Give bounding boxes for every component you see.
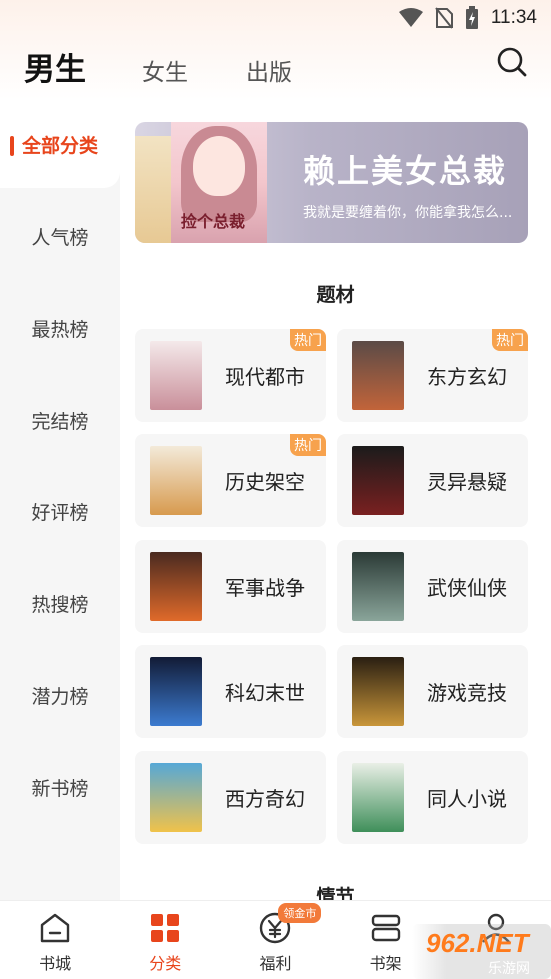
search-icon[interactable] (496, 46, 528, 78)
sidebar-item-completed[interactable]: 完结榜 (0, 390, 120, 450)
category-cover (150, 552, 202, 621)
tab-publish[interactable]: 出版 (246, 53, 292, 87)
category-label: 武侠仙侠 (427, 576, 507, 600)
banner-book-cover: 捡个总裁 (171, 122, 267, 243)
banner-title: 赖上美女总裁 (303, 152, 508, 190)
category-cover (150, 657, 202, 726)
hot-badge: 热门 (290, 434, 326, 456)
category-card[interactable]: 灵异悬疑 (337, 434, 528, 527)
category-cover (352, 341, 404, 410)
sidebar-item-best-rated[interactable]: 好评榜 (0, 481, 120, 541)
main-content: 捡个总裁 赖上美女总裁 我就是要缠着你，你能拿我怎么... 题材 现代都市 热门… (120, 100, 551, 908)
sidebar-item-all[interactable]: 全部分类 (0, 114, 120, 174)
sidebar-item-new-books[interactable]: 新书榜 (0, 757, 120, 817)
nav-label: 书架 (369, 954, 402, 973)
category-sidebar: 全部分类 人气榜 最热榜 完结榜 好评榜 热搜榜 潜力榜 新书榜 (0, 100, 120, 900)
banner-cover-title: 捡个总裁 (181, 212, 246, 231)
category-cover (150, 763, 202, 832)
battery-charging-icon (465, 6, 478, 29)
hot-badge: 热门 (290, 329, 326, 351)
category-card[interactable]: 武侠仙侠 (337, 540, 528, 633)
sidebar-item-hottest[interactable]: 最热榜 (0, 298, 120, 358)
category-cover (352, 552, 404, 621)
status-bar: 11:34 (0, 0, 551, 36)
nav-label: 福利 (259, 954, 292, 973)
tab-male[interactable]: 男生 (24, 44, 86, 89)
watermark-text: 962.NET (426, 928, 529, 958)
category-card[interactable]: 游戏竞技 (337, 645, 528, 738)
home-icon (40, 913, 70, 943)
category-icon (151, 914, 180, 942)
category-card[interactable]: 现代都市 热门 (135, 329, 326, 422)
banner-side-cover (135, 136, 175, 243)
category-card[interactable]: 军事战争 (135, 540, 326, 633)
coin-badge: 领金市 (278, 903, 322, 923)
category-label: 西方奇幻 (225, 787, 305, 811)
category-label: 游戏竞技 (427, 681, 507, 705)
promo-banner[interactable]: 捡个总裁 赖上美女总裁 我就是要缠着你，你能拿我怎么... (135, 122, 528, 243)
status-time: 11:34 (490, 7, 537, 28)
watermark-subtext: 乐游网 (488, 961, 530, 977)
category-cover (352, 763, 404, 832)
banner-description: 我就是要缠着你，你能拿我怎么... (303, 205, 513, 221)
category-card[interactable]: 东方玄幻 热门 (337, 329, 528, 422)
tab-female[interactable]: 女生 (142, 53, 188, 87)
category-card[interactable]: 同人小说 (337, 751, 528, 844)
category-cover (150, 341, 202, 410)
category-cover (352, 657, 404, 726)
nav-bookstore[interactable]: 书城 (0, 901, 110, 979)
nav-label: 书城 (39, 954, 72, 973)
bookshelf-icon (371, 914, 400, 942)
hot-badge: 热门 (492, 329, 528, 351)
category-label: 军事战争 (225, 576, 305, 600)
category-cover (352, 446, 404, 515)
site-watermark: 962.NET 乐游网 (412, 924, 551, 979)
sidebar-item-hot-search[interactable]: 热搜榜 (0, 573, 120, 633)
nav-label: 分类 (149, 954, 182, 973)
no-sim-icon (435, 7, 453, 29)
sidebar-item-potential[interactable]: 潜力榜 (0, 665, 120, 725)
section-title-topic: 题材 (316, 284, 355, 306)
gender-tabs: 男生 女生 出版 (24, 44, 350, 89)
category-label: 同人小说 (427, 787, 507, 811)
category-label: 灵异悬疑 (427, 470, 507, 494)
nav-category[interactable]: 分类 (110, 901, 220, 979)
nav-welfare[interactable]: 福利 领金市 (220, 901, 330, 979)
category-card[interactable]: 历史架空 热门 (135, 434, 326, 527)
category-card[interactable]: 西方奇幻 (135, 751, 326, 844)
category-label: 科幻末世 (225, 681, 305, 705)
category-cover (150, 446, 202, 515)
category-card[interactable]: 科幻末世 (135, 645, 326, 738)
wifi-icon (398, 8, 423, 27)
sidebar-item-popular[interactable]: 人气榜 (0, 206, 120, 266)
